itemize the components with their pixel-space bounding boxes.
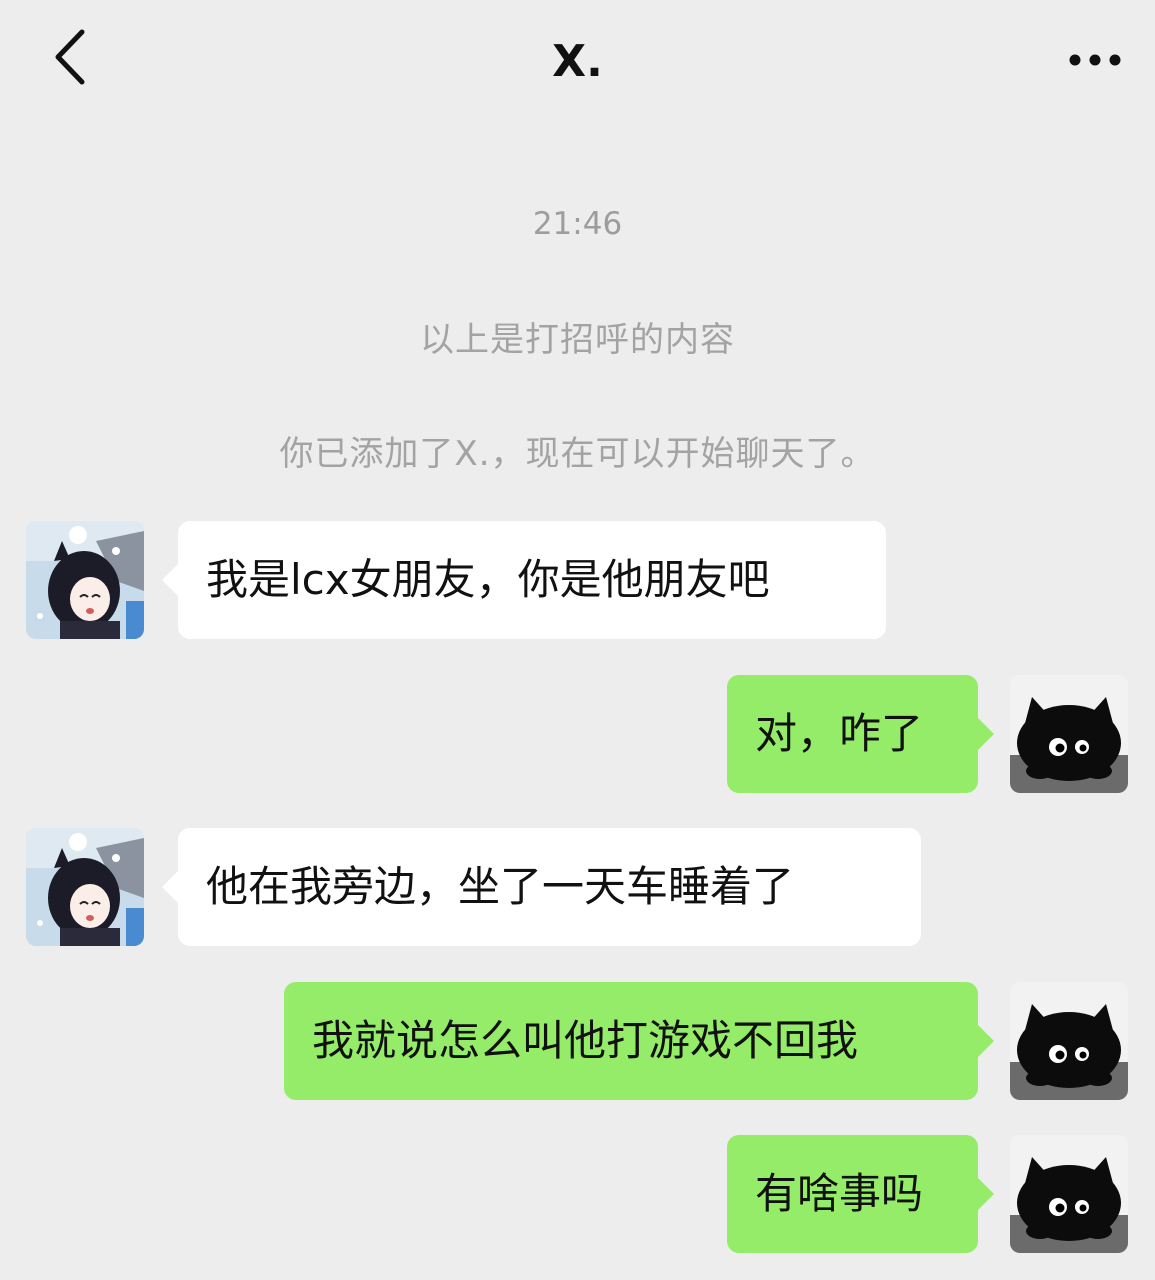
anime-girl-avatar-icon xyxy=(26,521,144,639)
more-dots-icon xyxy=(1069,54,1121,66)
black-cat-avatar-icon xyxy=(1010,1135,1128,1253)
system-message: 你已添加了X.，现在可以开始聊天了。 xyxy=(279,434,876,474)
self-avatar[interactable] xyxy=(1010,982,1128,1100)
contact-avatar[interactable] xyxy=(26,521,144,639)
message-bubble-incoming[interactable]: 我是lcx女朋友，你是他朋友吧 xyxy=(162,521,886,639)
message-timestamp: 21:46 xyxy=(532,206,623,242)
self-avatar[interactable] xyxy=(1010,1135,1128,1253)
chat-header: X. xyxy=(0,0,1155,125)
anime-girl-avatar-icon xyxy=(26,828,144,946)
black-cat-avatar-icon xyxy=(1010,982,1128,1100)
contact-avatar[interactable] xyxy=(26,828,144,946)
black-cat-avatar-icon xyxy=(1010,675,1128,793)
system-message: 以上是打招呼的内容 xyxy=(420,320,735,360)
message-bubble-incoming[interactable]: 他在我旁边，坐了一天车睡着了 xyxy=(162,828,921,946)
message-bubble-outgoing[interactable]: 我就说怎么叫他打游戏不回我 xyxy=(284,982,994,1100)
message-bubble-outgoing[interactable]: 有啥事吗 xyxy=(727,1135,994,1253)
message-bubble-outgoing[interactable]: 对，咋了 xyxy=(727,675,994,793)
self-avatar[interactable] xyxy=(1010,675,1128,793)
chat-title: X. xyxy=(552,36,603,87)
more-options-button[interactable] xyxy=(1055,30,1135,90)
